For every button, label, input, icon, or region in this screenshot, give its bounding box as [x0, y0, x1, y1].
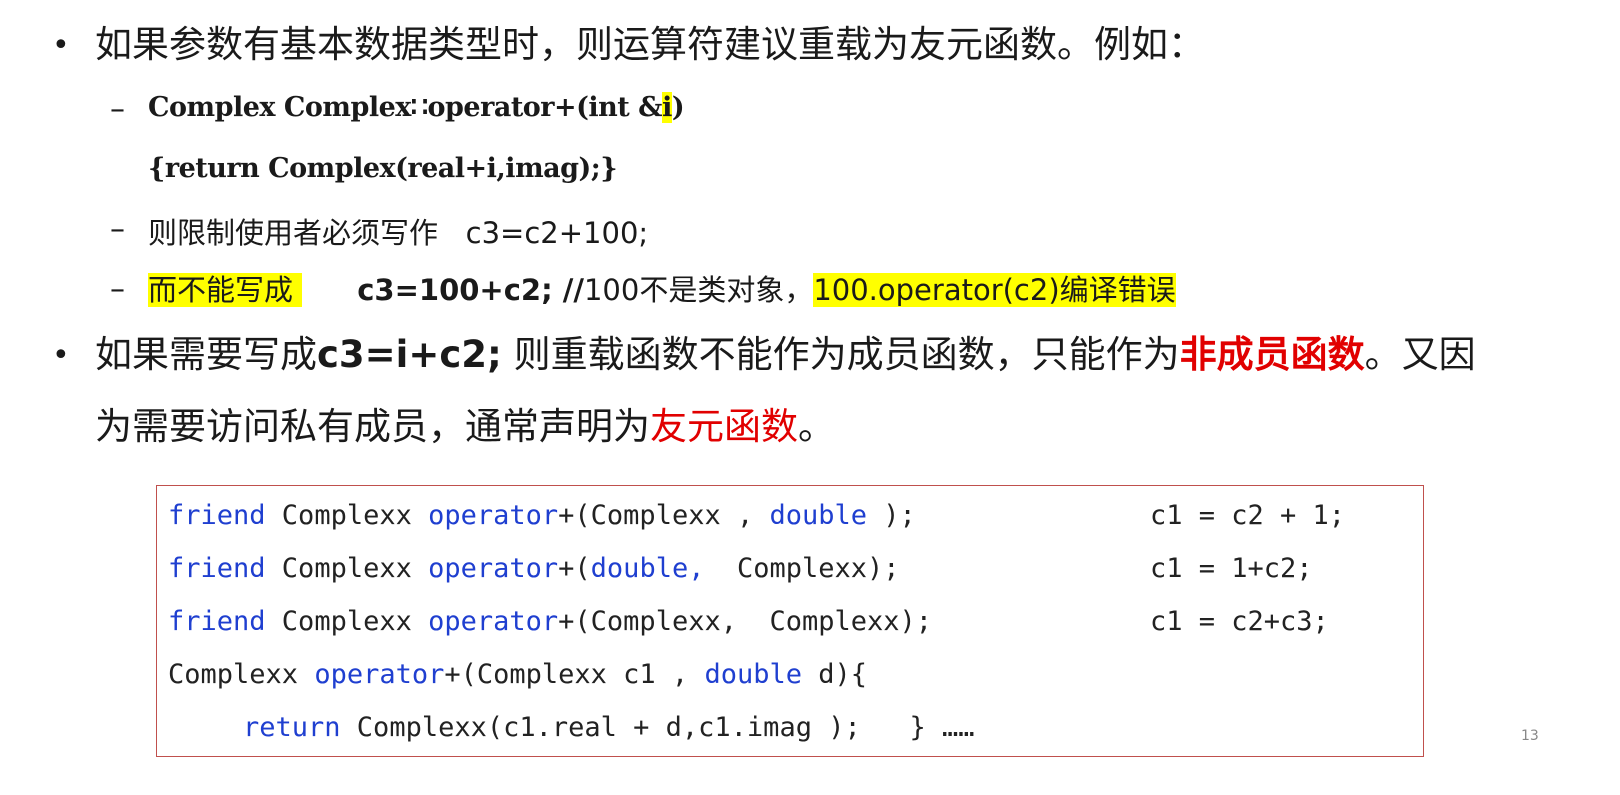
bullet-2-emphasis-1: 非成员函数	[1179, 333, 1365, 376]
sub-item-3-highlight-1: 而不能写成	[148, 273, 303, 307]
code-keyword: friend	[168, 500, 266, 531]
code-signature-highlight: i	[662, 92, 672, 123]
bullet-2-part-3: 。又因	[1364, 333, 1476, 376]
code-keyword: operator	[428, 553, 559, 584]
sub-item-3: 而不能写成 c3=100+c2; //100不是类对象，100.operator…	[148, 267, 1176, 309]
bullet-dot: •	[52, 28, 70, 63]
bullet-2-part-1: 如果需要写成	[95, 333, 317, 376]
page-number: 13	[1521, 728, 1539, 744]
code-line-4: Complexx operator+(Complexx c1 , double …	[168, 659, 867, 690]
code-signature-pre: Complex Complex∷operator+(int &	[148, 92, 663, 123]
code-signature: Complex Complex∷operator+(int &i)	[148, 92, 685, 123]
code-body: {return Complex(real+i,imag);}	[148, 153, 618, 184]
code-line-5: return Complexx(c1.real + d,c1.imag ); }…	[243, 712, 975, 743]
code-text: d){	[802, 659, 868, 690]
code-keyword: operator	[314, 659, 445, 690]
code-text: +(Complexx, Complexx);	[558, 606, 933, 637]
bullet-2-expr: c3=i+c2;	[317, 333, 502, 376]
bullet-2-line-1: 如果需要写成c3=i+c2; 则重载函数不能作为成员函数，只能作为非成员函数。又…	[95, 332, 1476, 378]
sub-item-2-text: 则限制使用者必须写作 c3=c2+100;	[148, 216, 649, 250]
code-text: Complexx	[265, 500, 429, 531]
code-text: +(Complexx c1 ,	[444, 659, 705, 690]
code-usage-2: c1 = 1+c2;	[1150, 553, 1313, 584]
code-usage-3: c1 = c2+c3;	[1150, 606, 1329, 637]
bullet-2-end: 。	[798, 405, 835, 448]
dash-marker: –	[110, 272, 125, 307]
code-text: +(Complexx ,	[558, 500, 770, 531]
code-keyword: double	[769, 500, 868, 531]
sub-item-3-expr: c3=100+c2; //	[357, 273, 584, 307]
bullet-2-part-2: 则重载函数不能作为成员函数，只能作为	[501, 333, 1180, 376]
code-line-2: friend Complexx operator+(double, Comple…	[168, 553, 900, 584]
code-text: Complexx	[168, 659, 315, 690]
dash-marker: –	[110, 92, 125, 127]
code-keyword: double	[704, 659, 802, 690]
code-text: Complexx(c1.real + d,c1.imag ); } ……	[340, 712, 975, 743]
code-keyword: friend	[168, 606, 266, 637]
code-text: );	[867, 500, 916, 531]
bullet-2-line-2: 为需要访问私有成员，通常声明为友元函数。	[95, 404, 835, 450]
sub-item-3-highlight-2: 100.operator(c2)编译错误	[813, 273, 1176, 307]
code-text: Complexx	[265, 606, 429, 637]
code-keyword: return	[243, 712, 341, 743]
code-text: Complexx);	[704, 553, 900, 584]
code-line-1: friend Complexx operator+(Complexx , dou…	[168, 500, 916, 531]
code-usage-1: c1 = c2 + 1;	[1150, 500, 1346, 531]
code-keyword: friend	[168, 553, 266, 584]
bullet-1-text: 如果参数有基本数据类型时，则运算符建议重载为友元函数。例如：	[95, 23, 1205, 66]
code-keyword: operator	[428, 606, 559, 637]
code-keyword: operator	[428, 500, 559, 531]
dash-marker: –	[110, 212, 125, 247]
code-signature-post: )	[671, 92, 685, 123]
bullet-dot: •	[52, 338, 70, 373]
code-keyword: double,	[590, 553, 705, 584]
code-line-3: friend Complexx operator+(Complexx, Comp…	[168, 606, 932, 637]
bullet-2-line-2-text: 为需要访问私有成员，通常声明为	[95, 405, 650, 448]
code-text: +(	[558, 553, 591, 584]
bullet-2-emphasis-2: 友元函数	[650, 405, 798, 448]
sub-item-3-mid: 100不是类对象，	[583, 273, 814, 307]
code-text: Complexx	[265, 553, 429, 584]
